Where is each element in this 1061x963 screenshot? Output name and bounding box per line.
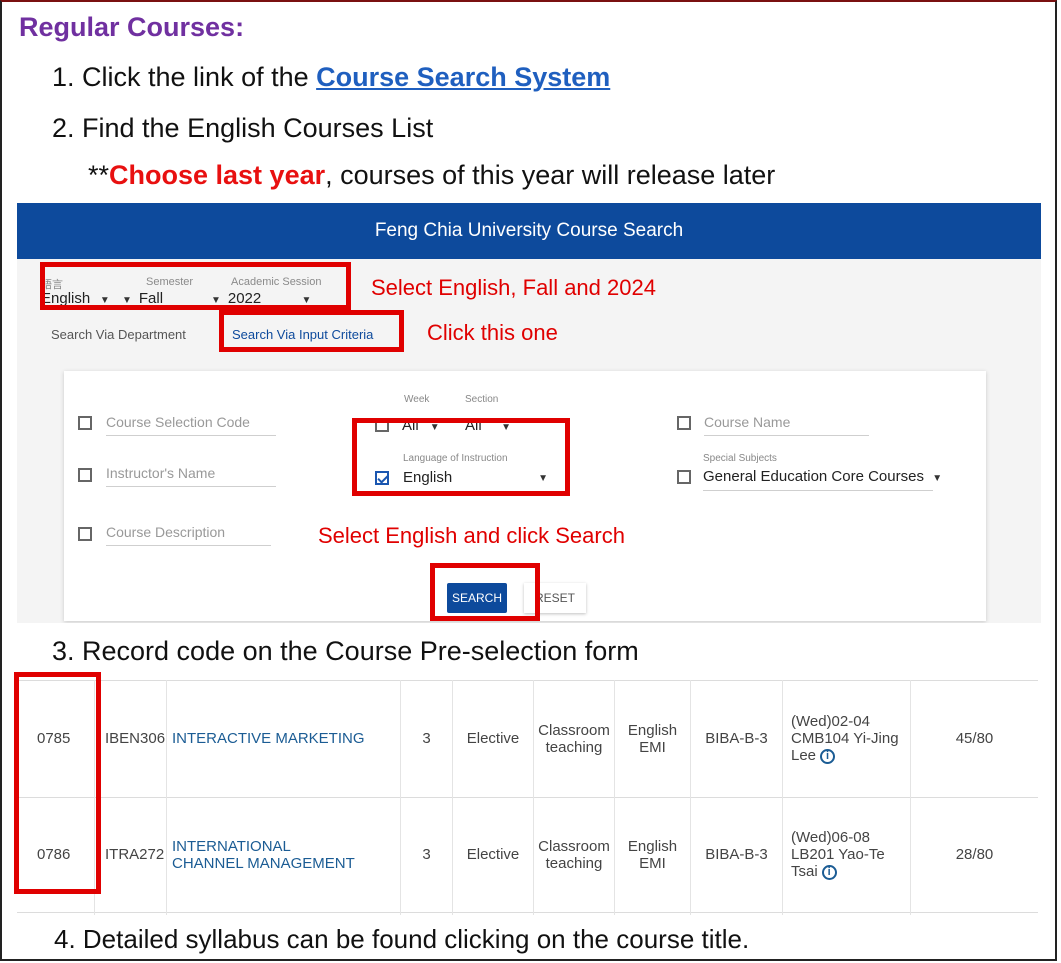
schedule-cell: (Wed)02-04 CMB104 Yi-Jing Lee i xyxy=(791,680,899,797)
schedule-cell: (Wed)06-08 LB201 Yao-Te Tsai i xyxy=(791,797,885,912)
annotation-select-english: Select English, Fall and 2024 xyxy=(371,275,656,300)
course-description-checkbox[interactable] xyxy=(78,527,92,541)
special-subjects-select[interactable]: General Education Core Courses ▼ xyxy=(703,468,942,485)
special-subjects-value: General Education Core Courses xyxy=(703,468,924,485)
course-title-line: INTERNATIONAL xyxy=(172,837,291,855)
language-line: EMI xyxy=(639,738,666,756)
row-divider xyxy=(17,912,1038,913)
teaching-mode-cell: Classroom teaching xyxy=(534,797,614,912)
step-4: 4. Detailed syllabus can be found clicki… xyxy=(54,924,750,954)
highlight-box-search xyxy=(430,563,540,621)
annotation-select-and-search: Select English and click Search xyxy=(318,523,625,548)
course-description-field[interactable]: Course Description xyxy=(106,524,225,540)
note-prefix: ** xyxy=(88,160,110,190)
schedule-line: (Wed)06-08 xyxy=(791,829,870,846)
schedule-line: (Wed)02-04 xyxy=(791,713,870,730)
course-results-table: 0785 IBEN306 INTERACTIVE MARKETING 3 Ele… xyxy=(17,680,1038,915)
instructor-checkbox[interactable] xyxy=(78,468,92,482)
schedule-line: CMB104 Yi-Jing xyxy=(791,730,899,747)
field-underline xyxy=(106,435,276,436)
course-title-line: INTERACTIVE MARKETING xyxy=(172,730,365,747)
course-title-line: CHANNEL MANAGEMENT xyxy=(172,854,355,872)
note-highlight: Choose last year xyxy=(109,160,326,190)
info-icon[interactable]: i xyxy=(820,748,836,764)
schedule-line: Tsai i xyxy=(791,863,837,880)
week-label: Week xyxy=(404,394,430,405)
course-code-field[interactable]: Course Selection Code xyxy=(106,414,250,430)
instructor-name-field[interactable]: Instructor's Name xyxy=(106,465,215,481)
column-divider xyxy=(782,680,783,915)
section-label: Section xyxy=(465,394,499,405)
note-rest: , courses of this year will release late… xyxy=(325,160,776,190)
course-type-cell: Elective xyxy=(466,730,520,747)
teaching-mode-line: Classroom xyxy=(538,721,610,739)
tab-search-via-department[interactable]: Search Via Department xyxy=(51,327,186,342)
field-underline xyxy=(106,486,276,487)
course-id-cell: IBEN306 xyxy=(105,730,166,747)
field-underline xyxy=(703,490,933,491)
info-icon[interactable]: i xyxy=(821,864,837,880)
language-line: EMI xyxy=(639,854,666,872)
language-cell: English EMI xyxy=(615,680,690,797)
course-type-cell: Elective xyxy=(466,846,520,863)
teaching-mode-line: teaching xyxy=(545,738,603,756)
class-cell: BIBA-B-3 xyxy=(705,730,768,747)
chevron-down-icon: ▼ xyxy=(923,473,943,484)
course-title-link[interactable]: INTERACTIVE MARKETING xyxy=(172,680,365,797)
field-underline xyxy=(704,435,869,436)
schedule-line: LB201 Yao-Te xyxy=(791,846,885,863)
page-heading: Regular Courses: xyxy=(19,12,245,42)
teaching-mode-cell: Classroom teaching xyxy=(534,680,614,797)
highlight-box-course-codes xyxy=(14,672,101,894)
credits-cell: 3 xyxy=(422,846,431,863)
course-name-checkbox[interactable] xyxy=(677,416,691,430)
course-search-system-link[interactable]: Course Search System xyxy=(316,62,610,92)
column-divider xyxy=(166,680,167,915)
teaching-mode-line: Classroom xyxy=(538,837,610,855)
step-3: 3. Record code on the Course Pre-selecti… xyxy=(52,636,639,666)
seats-cell: 45/80 xyxy=(955,730,994,747)
choose-last-year-note: **Choose last year, courses of this year… xyxy=(88,160,775,191)
teaching-mode-line: teaching xyxy=(545,854,603,872)
site-title-bar: Feng Chia University Course Search xyxy=(17,203,1041,259)
course-code-checkbox[interactable] xyxy=(78,416,92,430)
field-underline xyxy=(106,545,271,546)
instructor-name: Lee xyxy=(791,747,817,764)
step-1: 1. Click the link of the Course Search S… xyxy=(52,62,610,93)
annotation-click-this-one: Click this one xyxy=(427,320,558,345)
course-id-cell: ITRA272 xyxy=(105,846,165,863)
class-cell: BIBA-B-3 xyxy=(705,846,768,863)
special-subjects-checkbox[interactable] xyxy=(677,470,691,484)
highlight-box-selectors xyxy=(40,262,351,310)
language-line: English xyxy=(627,837,678,855)
special-subjects-label: Special Subjects xyxy=(703,453,777,464)
schedule-line: Lee i xyxy=(791,747,836,764)
highlight-box-input-tab xyxy=(219,310,404,352)
course-name-field[interactable]: Course Name xyxy=(704,414,790,430)
highlight-box-language xyxy=(352,418,570,496)
course-title-link[interactable]: INTERNATIONAL CHANNEL MANAGEMENT xyxy=(172,797,355,912)
language-line: English xyxy=(627,721,678,739)
step-2: 2. Find the English Courses List xyxy=(52,113,434,143)
seats-cell: 28/80 xyxy=(955,846,994,863)
step-1-text: 1. Click the link of the xyxy=(52,62,317,92)
language-cell: English EMI xyxy=(615,797,690,912)
instructor-name: Tsai xyxy=(791,863,818,880)
credits-cell: 3 xyxy=(422,730,431,747)
